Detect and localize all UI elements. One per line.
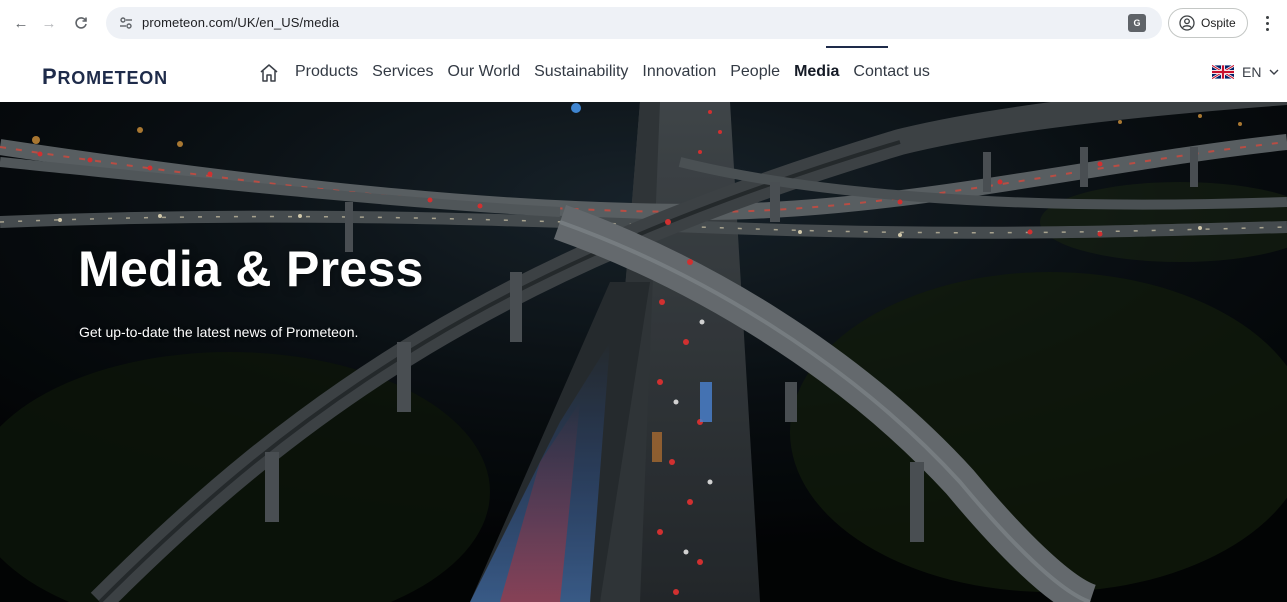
nav-item-our-world[interactable]: Our World [448,63,521,81]
translate-icon[interactable]: G [1128,14,1146,32]
hero-title: Media & Press [78,241,424,297]
language-selector[interactable]: EN [1212,64,1279,80]
arrow-left-icon[interactable]: ← [10,12,32,34]
more-vertical-icon[interactable] [1258,11,1276,35]
nav-item-innovation[interactable]: Innovation [642,63,716,81]
nav-item-contact-us[interactable]: Contact us [853,63,929,81]
profile-label: Ospite [1201,16,1236,30]
person-circle-icon [1179,15,1195,31]
profile-button[interactable]: Ospite [1168,8,1248,38]
nav-item-sustainability[interactable]: Sustainability [534,63,628,81]
nav-item-services[interactable]: Services [372,63,433,81]
prometeon-logo[interactable]: PROMETEON [42,64,168,90]
chevron-down-icon [1269,69,1279,75]
nav-item-media[interactable]: Media [794,63,839,81]
browser-toolbar: ← → prometeon.com/UK/en_US/media G Ospit… [0,0,1287,46]
home-icon[interactable] [258,62,280,84]
active-nav-indicator [826,46,888,48]
uk-flag-icon [1212,65,1234,79]
url-text[interactable]: prometeon.com/UK/en_US/media [142,15,339,30]
site-header: PROMETEON Products Services Our World Su… [0,46,1287,102]
language-label: EN [1242,64,1262,80]
hero-banner: Media & Press Get up-to-date the latest … [0,102,1287,602]
address-bar[interactable]: prometeon.com/UK/en_US/media G [106,7,1162,39]
highway-night-photo [0,102,1287,602]
hero-subtitle: Get up-to-date the latest news of Promet… [79,324,359,340]
reload-icon[interactable] [70,12,92,34]
arrow-right-icon[interactable]: → [38,12,60,34]
nav-item-products[interactable]: Products [295,63,358,81]
tune-icon[interactable] [118,15,134,31]
main-navigation: Products Services Our World Sustainabili… [295,63,930,81]
nav-item-people[interactable]: People [730,63,780,81]
